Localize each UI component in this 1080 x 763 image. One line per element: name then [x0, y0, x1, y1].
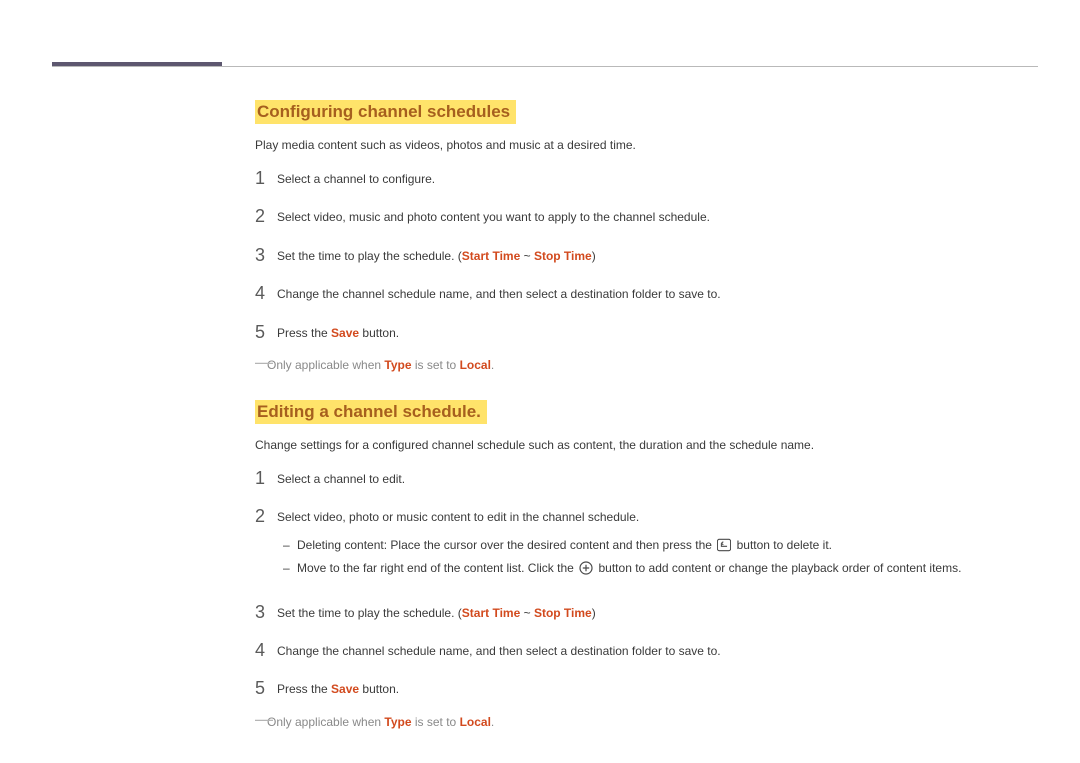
- step-number: 4: [255, 283, 277, 302]
- t: button to delete it.: [737, 538, 832, 552]
- section-editing: Editing a channel schedule. Change setti…: [255, 400, 1038, 729]
- step-number: 2: [255, 506, 277, 525]
- stop-time-label: Stop Time: [534, 606, 592, 620]
- section1-note: ― Only applicable when Type is set to Lo…: [255, 358, 1038, 372]
- step-text: Set the time to play the schedule. (Star…: [277, 245, 1038, 265]
- section2-title: Editing a channel schedule.: [255, 400, 487, 424]
- header-divider: [52, 66, 1038, 67]
- step-2: 2 Select video, music and photo content …: [255, 206, 1038, 226]
- step-4: 4 Change the channel schedule name, and …: [255, 283, 1038, 303]
- section2-steps: 1 Select a channel to edit. 2 Select vid…: [255, 468, 1038, 699]
- type-label: Type: [384, 715, 411, 729]
- t: button to add content or change the play…: [599, 561, 962, 575]
- section2-note: ― Only applicable when Type is set to Lo…: [255, 715, 1038, 729]
- start-time-label: Start Time: [462, 606, 520, 620]
- step-body: Select video, photo or music content to …: [277, 506, 1038, 583]
- step-text: Change the channel schedule name, and th…: [277, 640, 1038, 660]
- section1-intro: Play media content such as videos, photo…: [255, 138, 1038, 152]
- t: .: [491, 715, 494, 729]
- sub-item-add: Move to the far right end of the content…: [277, 560, 1038, 577]
- step-2: 2 Select video, photo or music content t…: [255, 506, 1038, 583]
- t: ~: [520, 249, 534, 263]
- local-label: Local: [460, 715, 491, 729]
- step-text: Select video, music and photo content yo…: [277, 206, 1038, 226]
- step-4: 4 Change the channel schedule name, and …: [255, 640, 1038, 660]
- t: Only applicable when: [267, 715, 384, 729]
- step-3: 3 Set the time to play the schedule. (St…: [255, 602, 1038, 622]
- t: Set the time to play the schedule. (: [277, 606, 462, 620]
- note-dash-icon: ―: [255, 352, 273, 373]
- start-time-label: Start Time: [462, 249, 520, 263]
- enter-icon: [717, 538, 731, 552]
- step-text: Change the channel schedule name, and th…: [277, 283, 1038, 303]
- step-number: 3: [255, 602, 277, 621]
- stop-time-label: Stop Time: [534, 249, 592, 263]
- step-number: 5: [255, 322, 277, 341]
- step-text: Select video, photo or music content to …: [277, 510, 639, 524]
- t: .: [491, 358, 494, 372]
- page-content: Configuring channel schedules Play media…: [255, 100, 1038, 757]
- sub-item-delete: Deleting content: Place the cursor over …: [277, 537, 1038, 554]
- local-label: Local: [460, 358, 491, 372]
- t: button.: [359, 326, 399, 340]
- step-1: 1 Select a channel to edit.: [255, 468, 1038, 488]
- t: Only applicable when: [267, 358, 384, 372]
- section1-steps: 1 Select a channel to configure. 2 Selec…: [255, 168, 1038, 342]
- step-text: Select a channel to configure.: [277, 168, 1038, 188]
- step-5: 5 Press the Save button.: [255, 322, 1038, 342]
- step-number: 4: [255, 640, 277, 659]
- t: ~: [520, 606, 534, 620]
- save-label: Save: [331, 326, 359, 340]
- note-dash-icon: ―: [255, 709, 273, 730]
- t: is set to: [412, 358, 460, 372]
- section-configuring: Configuring channel schedules Play media…: [255, 100, 1038, 372]
- step-number: 1: [255, 468, 277, 487]
- save-label: Save: [331, 682, 359, 696]
- step-text: Press the Save button.: [277, 678, 1038, 698]
- plus-circle-icon: [579, 561, 593, 575]
- t: Deleting content: Place the cursor over …: [297, 538, 715, 552]
- t: Press the: [277, 326, 331, 340]
- step-text: Select a channel to edit.: [277, 468, 1038, 488]
- step-number: 5: [255, 678, 277, 697]
- type-label: Type: [384, 358, 411, 372]
- step-5: 5 Press the Save button.: [255, 678, 1038, 698]
- t: Press the: [277, 682, 331, 696]
- step-text: Set the time to play the schedule. (Star…: [277, 602, 1038, 622]
- t: ): [592, 249, 596, 263]
- t: Move to the far right end of the content…: [297, 561, 577, 575]
- t: button.: [359, 682, 399, 696]
- section2-intro: Change settings for a configured channel…: [255, 438, 1038, 452]
- step-1: 1 Select a channel to configure.: [255, 168, 1038, 188]
- step-number: 1: [255, 168, 277, 187]
- section1-title: Configuring channel schedules: [255, 100, 516, 124]
- t: is set to: [412, 715, 460, 729]
- step-text: Press the Save button.: [277, 322, 1038, 342]
- step-number: 3: [255, 245, 277, 264]
- t: ): [592, 606, 596, 620]
- sub-list: Deleting content: Place the cursor over …: [277, 537, 1038, 578]
- step-3: 3 Set the time to play the schedule. (St…: [255, 245, 1038, 265]
- t: Set the time to play the schedule. (: [277, 249, 462, 263]
- step-number: 2: [255, 206, 277, 225]
